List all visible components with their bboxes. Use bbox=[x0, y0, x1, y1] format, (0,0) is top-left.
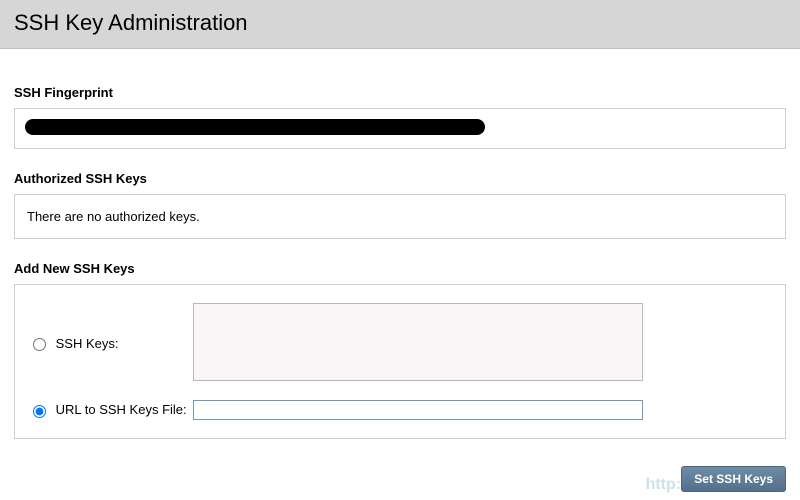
set-ssh-keys-button[interactable]: Set SSH Keys bbox=[681, 466, 786, 492]
page-title: SSH Key Administration bbox=[14, 10, 786, 36]
fingerprint-redacted bbox=[25, 119, 485, 135]
radio-sshkeys-text: SSH Keys: bbox=[56, 336, 119, 351]
radio-url-label[interactable]: URL to SSH Keys File: bbox=[33, 402, 187, 417]
row-sshkeys: SSH Keys: bbox=[33, 303, 767, 384]
addnew-box: SSH Keys: URL to SSH Keys File: bbox=[14, 284, 786, 439]
sshkeys-textarea[interactable] bbox=[193, 303, 643, 381]
fingerprint-label: SSH Fingerprint bbox=[14, 85, 786, 100]
url-input[interactable] bbox=[193, 400, 643, 420]
radio-sshkeys-label[interactable]: SSH Keys: bbox=[33, 336, 118, 351]
radio-url-text: URL to SSH Keys File: bbox=[56, 402, 187, 417]
page-header: SSH Key Administration bbox=[0, 0, 800, 49]
row-url: URL to SSH Keys File: bbox=[33, 400, 767, 420]
addnew-label: Add New SSH Keys bbox=[14, 261, 786, 276]
authorized-label: Authorized SSH Keys bbox=[14, 171, 786, 186]
radio-sshkeys[interactable] bbox=[33, 338, 46, 351]
footer-button-area: Set SSH Keys bbox=[681, 466, 786, 492]
content-area: SSH Fingerprint Authorized SSH Keys Ther… bbox=[0, 49, 800, 439]
fingerprint-box bbox=[14, 108, 786, 149]
authorized-empty-msg: There are no authorized keys. bbox=[27, 209, 200, 224]
addnew-table: SSH Keys: URL to SSH Keys File: bbox=[33, 303, 767, 420]
authorized-box: There are no authorized keys. bbox=[14, 194, 786, 239]
radio-url[interactable] bbox=[33, 405, 46, 418]
